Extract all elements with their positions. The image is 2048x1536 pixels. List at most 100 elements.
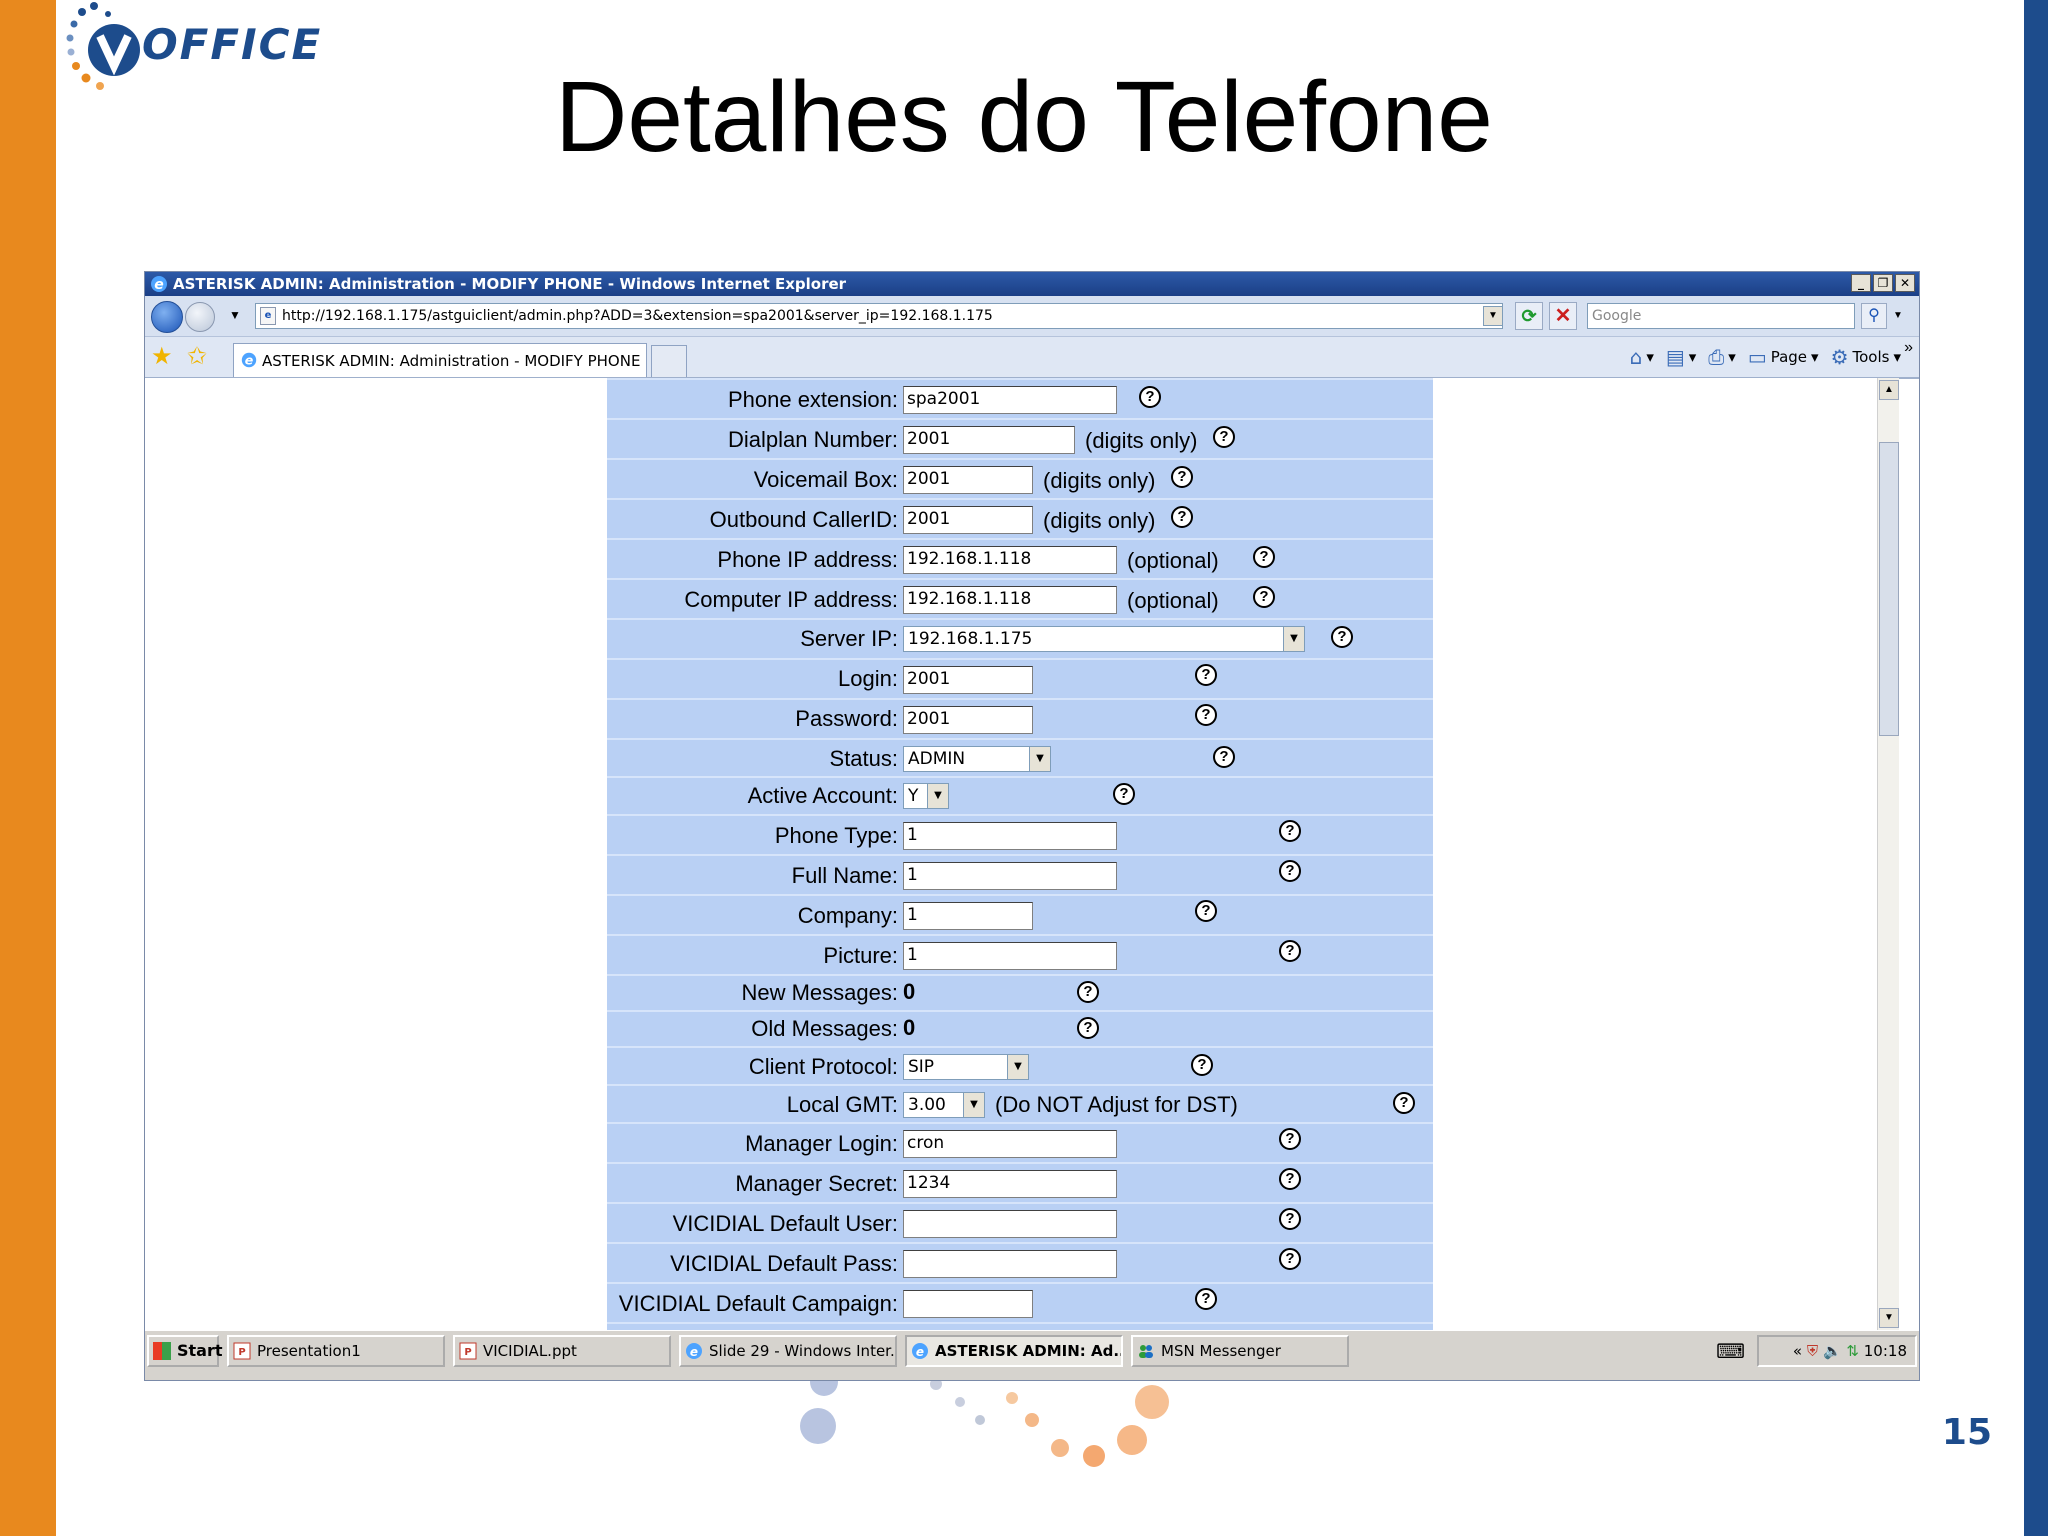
new-tab-button[interactable] — [651, 345, 687, 377]
help-icon[interactable]: ? — [1253, 586, 1275, 608]
help-icon[interactable]: ? — [1195, 1288, 1217, 1310]
help-icon[interactable]: ? — [1195, 664, 1217, 686]
tools-menu[interactable]: ⚙ Tools ▾ — [1831, 345, 1901, 369]
address-dropdown-icon[interactable]: ▼ — [1483, 306, 1503, 326]
feeds-icon: ▤ — [1665, 345, 1685, 369]
phone-ip-input[interactable]: 192.168.1.118 — [903, 546, 1117, 574]
old-messages-label: Old Messages: — [751, 1016, 898, 1041]
manager-secret-input[interactable]: 1234 — [903, 1170, 1117, 1198]
manager-login-input[interactable]: cron — [903, 1130, 1117, 1158]
form-row-active-account: Active Account: Y ▼ ? — [607, 776, 1433, 814]
help-icon[interactable]: ? — [1171, 466, 1193, 488]
chevron-down-icon[interactable]: ▼ — [963, 1093, 984, 1117]
svg-text:e: e — [245, 353, 254, 368]
home-button[interactable]: ⌂ ▾ — [1630, 345, 1654, 369]
keyboard-icon[interactable]: ⌨ — [1716, 1339, 1745, 1364]
stop-icon[interactable]: ✕ — [1549, 302, 1577, 330]
search-icon[interactable]: ⚲ — [1861, 303, 1887, 329]
close-button[interactable]: ✕ — [1895, 274, 1915, 292]
client-protocol-select[interactable]: SIP ▼ — [903, 1054, 1029, 1080]
help-icon[interactable]: ? — [1253, 546, 1275, 568]
help-icon[interactable]: ? — [1171, 506, 1193, 528]
minimize-button[interactable]: _ — [1851, 274, 1871, 292]
add-favorite-icon[interactable]: ✩ — [187, 345, 207, 369]
scroll-down-icon[interactable]: ▼ — [1879, 1308, 1899, 1328]
vicidial-default-user-input[interactable] — [903, 1210, 1117, 1238]
form-row-local-gmt: Local GMT: 3.00 ▼ (Do NOT Adjust for DST… — [607, 1084, 1433, 1122]
taskbar-item-asterisk-admin[interactable]: e ASTERISK ADMIN: Ad... — [905, 1335, 1123, 1367]
computer-ip-input[interactable]: 192.168.1.118 — [903, 586, 1117, 614]
scroll-up-icon[interactable]: ▲ — [1879, 380, 1899, 400]
help-icon[interactable]: ? — [1279, 820, 1301, 842]
status-select[interactable]: ADMIN ▼ — [903, 746, 1051, 772]
phone-extension-input[interactable]: spa2001 — [903, 386, 1117, 414]
form-row-old-messages: Old Messages: 0 ? — [607, 1010, 1433, 1046]
taskbar-item-msn-messenger[interactable]: MSN Messenger — [1131, 1335, 1349, 1367]
voicemail-box-input[interactable]: 2001 — [903, 466, 1033, 494]
chevron-down-icon[interactable]: ▼ — [1007, 1055, 1028, 1079]
tray-network-icon[interactable]: ⇅ — [1846, 1342, 1859, 1360]
password-input[interactable]: 2001 — [903, 706, 1033, 734]
help-icon[interactable]: ? — [1393, 1092, 1415, 1114]
help-icon[interactable]: ? — [1279, 1128, 1301, 1150]
vicidial-default-pass-input[interactable] — [903, 1250, 1117, 1278]
gear-icon: ⚙ — [1830, 345, 1849, 369]
full-name-input[interactable]: 1 — [903, 862, 1117, 890]
restore-button[interactable]: ❐ — [1873, 274, 1893, 292]
login-input[interactable]: 2001 — [903, 666, 1033, 694]
taskbar-item-presentation1[interactable]: P Presentation1 — [227, 1335, 445, 1367]
outbound-callerid-label: Outbound CallerID: — [709, 507, 898, 532]
form-row-client-protocol: Client Protocol: SIP ▼ ? — [607, 1046, 1433, 1084]
chevron-down-icon[interactable]: ▼ — [1283, 627, 1304, 651]
help-icon[interactable]: ? — [1213, 426, 1235, 448]
help-icon[interactable]: ? — [1213, 746, 1235, 768]
forward-button[interactable] — [185, 302, 215, 332]
dialplan-number-input[interactable]: 2001 — [903, 426, 1075, 454]
local-gmt-select[interactable]: 3.00 ▼ — [903, 1092, 985, 1118]
feeds-button[interactable]: ▤ ▾ — [1666, 345, 1696, 369]
help-icon[interactable]: ? — [1279, 860, 1301, 882]
vicidial-default-campaign-input[interactable] — [903, 1290, 1033, 1318]
more-commands-icon[interactable]: » — [1904, 339, 1913, 357]
help-icon[interactable]: ? — [1279, 940, 1301, 962]
outbound-callerid-input[interactable]: 2001 — [903, 506, 1033, 534]
help-icon[interactable]: ? — [1279, 1168, 1301, 1190]
page-menu[interactable]: ▭ Page ▾ — [1748, 345, 1819, 369]
address-bar-input[interactable]: e http://192.168.1.175/astguiclient/admi… — [255, 303, 1503, 329]
chevron-down-icon[interactable]: ▼ — [1029, 747, 1050, 771]
refresh-icon[interactable]: ⟳ — [1515, 302, 1543, 330]
search-options-dropdown-icon[interactable]: ▼ — [1889, 303, 1907, 329]
taskbar-item-vicidial-ppt[interactable]: P VICIDIAL.ppt — [453, 1335, 671, 1367]
server-ip-select[interactable]: 192.168.1.175 ▼ — [903, 626, 1305, 652]
phone-type-input[interactable]: 1 — [903, 822, 1117, 850]
help-icon[interactable]: ? — [1195, 704, 1217, 726]
help-icon[interactable]: ? — [1139, 386, 1161, 408]
scrollbar-thumb[interactable] — [1879, 442, 1899, 736]
tray-expand-icon[interactable]: « — [1793, 1342, 1802, 1360]
company-input[interactable]: 1 — [903, 902, 1033, 930]
help-icon[interactable]: ? — [1113, 783, 1135, 805]
tray-volume-icon[interactable]: 🔈 — [1823, 1342, 1842, 1360]
start-button[interactable]: Start — [147, 1335, 223, 1367]
picture-input[interactable]: 1 — [903, 942, 1117, 970]
tab-asterisk-admin[interactable]: e ASTERISK ADMIN: Administration - MODIF… — [233, 343, 647, 377]
help-icon[interactable]: ? — [1195, 900, 1217, 922]
tab-toolbar: ★ ✩ e ASTERISK ADMIN: Administration - M… — [145, 337, 1919, 379]
print-button[interactable]: ⎙ ▾ — [1708, 345, 1736, 369]
search-input[interactable]: Google — [1587, 303, 1855, 329]
help-icon[interactable]: ? — [1279, 1208, 1301, 1230]
active-account-select[interactable]: Y ▼ — [903, 783, 949, 809]
taskbar-item-slide-29[interactable]: e Slide 29 - Windows Inter... — [679, 1335, 897, 1367]
help-icon[interactable]: ? — [1191, 1054, 1213, 1076]
back-button[interactable] — [151, 301, 183, 333]
page-content: Phone extension: spa2001 ? Dialplan Numb… — [145, 378, 1899, 1330]
vertical-scrollbar[interactable]: ▲ ▼ — [1877, 378, 1899, 1330]
help-icon[interactable]: ? — [1331, 626, 1353, 648]
chevron-down-icon[interactable]: ▼ — [927, 784, 948, 808]
favorites-star-icon[interactable]: ★ — [151, 345, 173, 369]
recent-pages-dropdown-icon[interactable]: ▼ — [229, 308, 241, 322]
tray-security-icon[interactable]: ⛨ — [1807, 1342, 1818, 1360]
help-icon[interactable]: ? — [1279, 1248, 1301, 1270]
help-icon[interactable]: ? — [1077, 981, 1099, 1003]
help-icon[interactable]: ? — [1077, 1017, 1099, 1039]
